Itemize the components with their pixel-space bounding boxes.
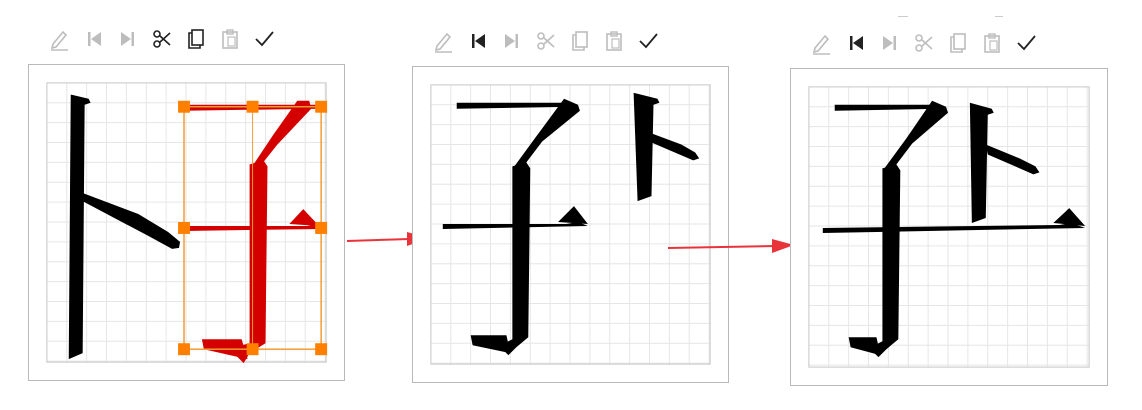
skip-forward-icon (883, 36, 896, 50)
check-icon (255, 31, 274, 47)
resize-handle[interactable] (178, 100, 190, 113)
glyph-canvas[interactable] (29, 65, 344, 380)
copy-button[interactable] (566, 27, 594, 55)
check-button[interactable] (250, 25, 278, 53)
component-bu[interactable] (969, 102, 1040, 224)
copy-icon (572, 31, 588, 51)
resize-handle[interactable] (178, 343, 190, 356)
skip-back-button[interactable] (80, 25, 108, 53)
glyph-editor-panel-result[interactable] (790, 68, 1108, 386)
pencil-icon (812, 34, 830, 55)
scissors-icon (537, 32, 555, 50)
stray-mark (898, 16, 908, 17)
resize-handle[interactable] (315, 222, 328, 234)
glyph-canvas[interactable] (413, 67, 728, 382)
check-icon (1017, 35, 1036, 51)
paste-button[interactable] (600, 27, 628, 55)
component-zi[interactable] (822, 100, 1086, 358)
pencil-icon (434, 32, 452, 53)
scissors-icon (153, 30, 171, 48)
pencil-button[interactable] (808, 29, 836, 57)
skip-back-icon (850, 36, 863, 50)
resize-handle[interactable] (246, 343, 259, 356)
stray-mark (995, 16, 1003, 17)
resize-handle[interactable] (315, 100, 328, 113)
paste-icon (606, 31, 622, 51)
pencil-icon (50, 30, 68, 51)
pencil-button[interactable] (430, 27, 458, 55)
pencil-button[interactable] (46, 25, 74, 53)
scissors-button[interactable] (910, 29, 938, 57)
skip-forward-button[interactable] (114, 25, 142, 53)
toolbar-panel-1 (46, 24, 284, 54)
paste-icon (222, 29, 238, 49)
component-zi[interactable] (442, 98, 588, 356)
glyph-canvas[interactable] (791, 69, 1107, 385)
skip-forward-button[interactable] (498, 27, 526, 55)
skip-back-button[interactable] (464, 27, 492, 55)
resize-handle[interactable] (315, 343, 328, 356)
scissors-button[interactable] (532, 27, 560, 55)
resize-handle[interactable] (178, 222, 190, 234)
copy-button[interactable] (944, 29, 972, 57)
paste-icon (984, 33, 1000, 53)
toolbar-panel-2 (430, 26, 668, 56)
check-icon (639, 33, 658, 49)
scissors-button[interactable] (148, 25, 176, 53)
resize-handle[interactable] (246, 100, 259, 113)
skip-forward-icon (505, 34, 518, 48)
skip-back-button[interactable] (842, 29, 870, 57)
arrow-right (667, 239, 794, 253)
copy-button[interactable] (182, 25, 210, 53)
skip-back-icon (88, 32, 101, 46)
paste-button[interactable] (216, 25, 244, 53)
component-bu[interactable] (68, 94, 181, 360)
scissors-icon (915, 34, 933, 52)
glyph-editor-panel-before[interactable] (28, 64, 345, 381)
check-button[interactable] (634, 27, 662, 55)
check-button[interactable] (1012, 29, 1040, 57)
skip-forward-button[interactable] (876, 29, 904, 57)
toolbar-panel-3 (808, 28, 1046, 58)
copy-icon (188, 29, 204, 49)
glyph-editor-panel-moved[interactable] (412, 66, 729, 383)
paste-button[interactable] (978, 29, 1006, 57)
skip-back-icon (472, 34, 485, 48)
skip-forward-icon (121, 32, 134, 46)
copy-icon (950, 33, 966, 53)
